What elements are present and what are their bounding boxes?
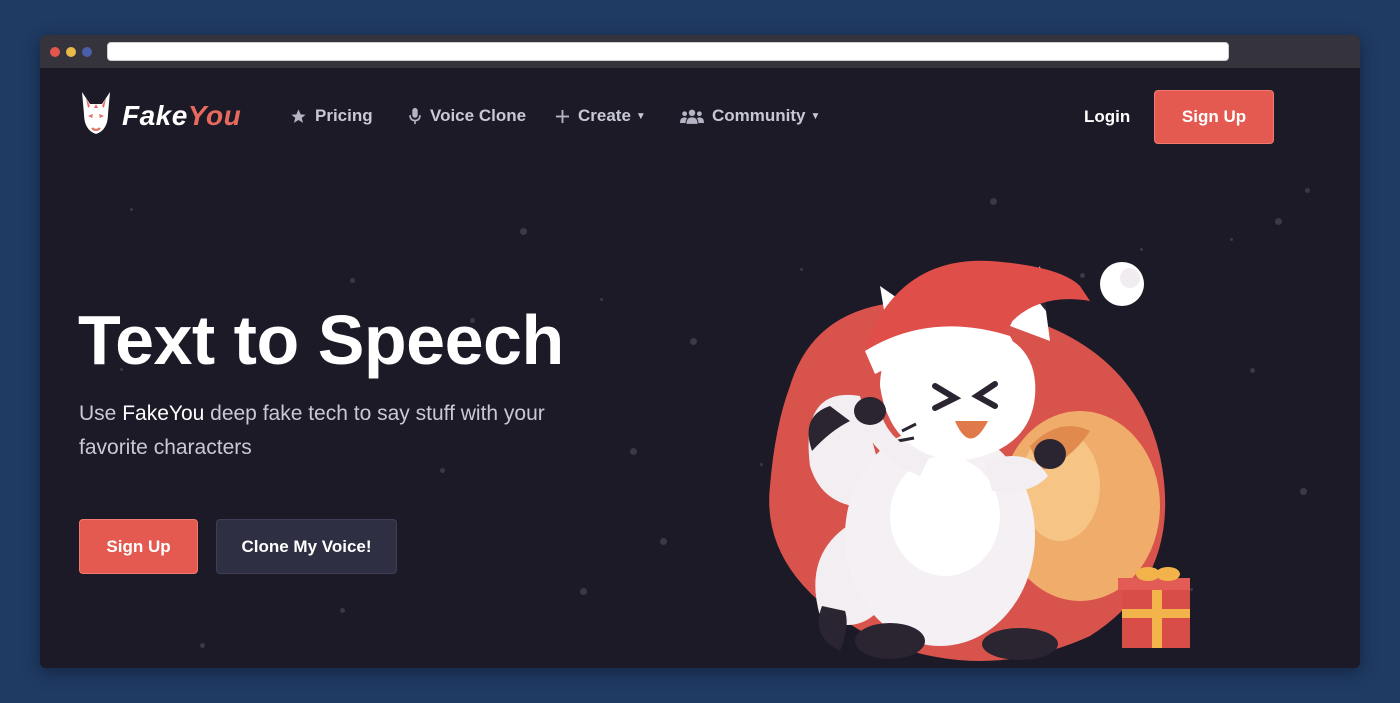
snowflake-dot — [690, 338, 697, 345]
nav-item-label: Pricing — [315, 106, 373, 125]
brand-name-you: You — [187, 99, 242, 131]
hero-subtitle: Use FakeYou deep fake tech to say stuff … — [79, 397, 619, 465]
snowflake-dot — [440, 468, 445, 473]
browser-window: FakeYou Pricing Voice Clone Create ▼ Com… — [40, 35, 1360, 668]
snowflake-dot — [660, 538, 667, 545]
clone-my-voice-button[interactable]: Clone My Voice! — [216, 519, 397, 574]
snowflake-dot — [1300, 488, 1307, 495]
snowflake-dot — [580, 588, 587, 595]
hero-subtitle-brand: FakeYou — [122, 402, 205, 425]
top-navbar: FakeYou Pricing Voice Clone Create ▼ Com… — [40, 68, 1360, 168]
kitsune-mask-icon — [78, 90, 114, 141]
hero-subtitle-prefix: Use — [79, 402, 123, 425]
users-icon — [680, 108, 704, 125]
snowflake-dot — [130, 208, 133, 211]
close-window-dot[interactable] — [50, 46, 60, 57]
snowflake-dot — [520, 228, 527, 235]
window-controls — [50, 46, 108, 57]
address-bar[interactable] — [107, 42, 1229, 61]
nav-item-label: Community — [712, 106, 806, 125]
minimize-window-dot[interactable] — [66, 46, 76, 57]
snowflake-dot — [200, 643, 205, 648]
hero-signup-button[interactable]: Sign Up — [79, 519, 198, 574]
snowflake-dot — [630, 448, 637, 455]
nav-item-community[interactable]: Community ▼ — [680, 106, 820, 126]
chevron-down-icon: ▼ — [635, 110, 646, 122]
hero-title: Text to Speech — [78, 301, 564, 379]
nav-item-create[interactable]: Create ▼ — [555, 106, 646, 126]
brand-logo[interactable]: FakeYou — [78, 90, 241, 141]
star-icon — [290, 108, 307, 125]
snowflake-dot — [1305, 188, 1310, 193]
snowflake-dot — [1250, 368, 1255, 373]
snowflake-dot — [340, 608, 345, 613]
chevron-down-icon: ▼ — [810, 110, 821, 122]
snowflake-dot — [350, 278, 355, 283]
plus-icon — [555, 109, 570, 124]
brand-name: FakeYou — [122, 100, 241, 132]
snowflake-dot — [1275, 218, 1282, 225]
nav-item-label: Voice Clone — [430, 106, 527, 125]
brand-name-fake: Fake — [122, 99, 188, 131]
nav-item-voice-clone[interactable]: Voice Clone — [408, 106, 526, 126]
nav-item-label: Create — [578, 106, 631, 125]
nav-signup-button[interactable]: Sign Up — [1154, 90, 1274, 144]
mascot-illustration — [730, 216, 1196, 668]
snowflake-dot — [1190, 588, 1193, 591]
microphone-icon — [408, 107, 422, 125]
maximize-window-dot[interactable] — [82, 46, 92, 57]
snowflake-dot — [990, 198, 997, 205]
page-content: FakeYou Pricing Voice Clone Create ▼ Com… — [40, 68, 1360, 668]
snowflake-dot — [1230, 238, 1233, 241]
browser-toolbar — [40, 35, 1360, 68]
login-link[interactable]: Login — [1084, 107, 1130, 127]
nav-item-pricing[interactable]: Pricing — [290, 106, 373, 126]
snowflake-dot — [600, 298, 603, 301]
